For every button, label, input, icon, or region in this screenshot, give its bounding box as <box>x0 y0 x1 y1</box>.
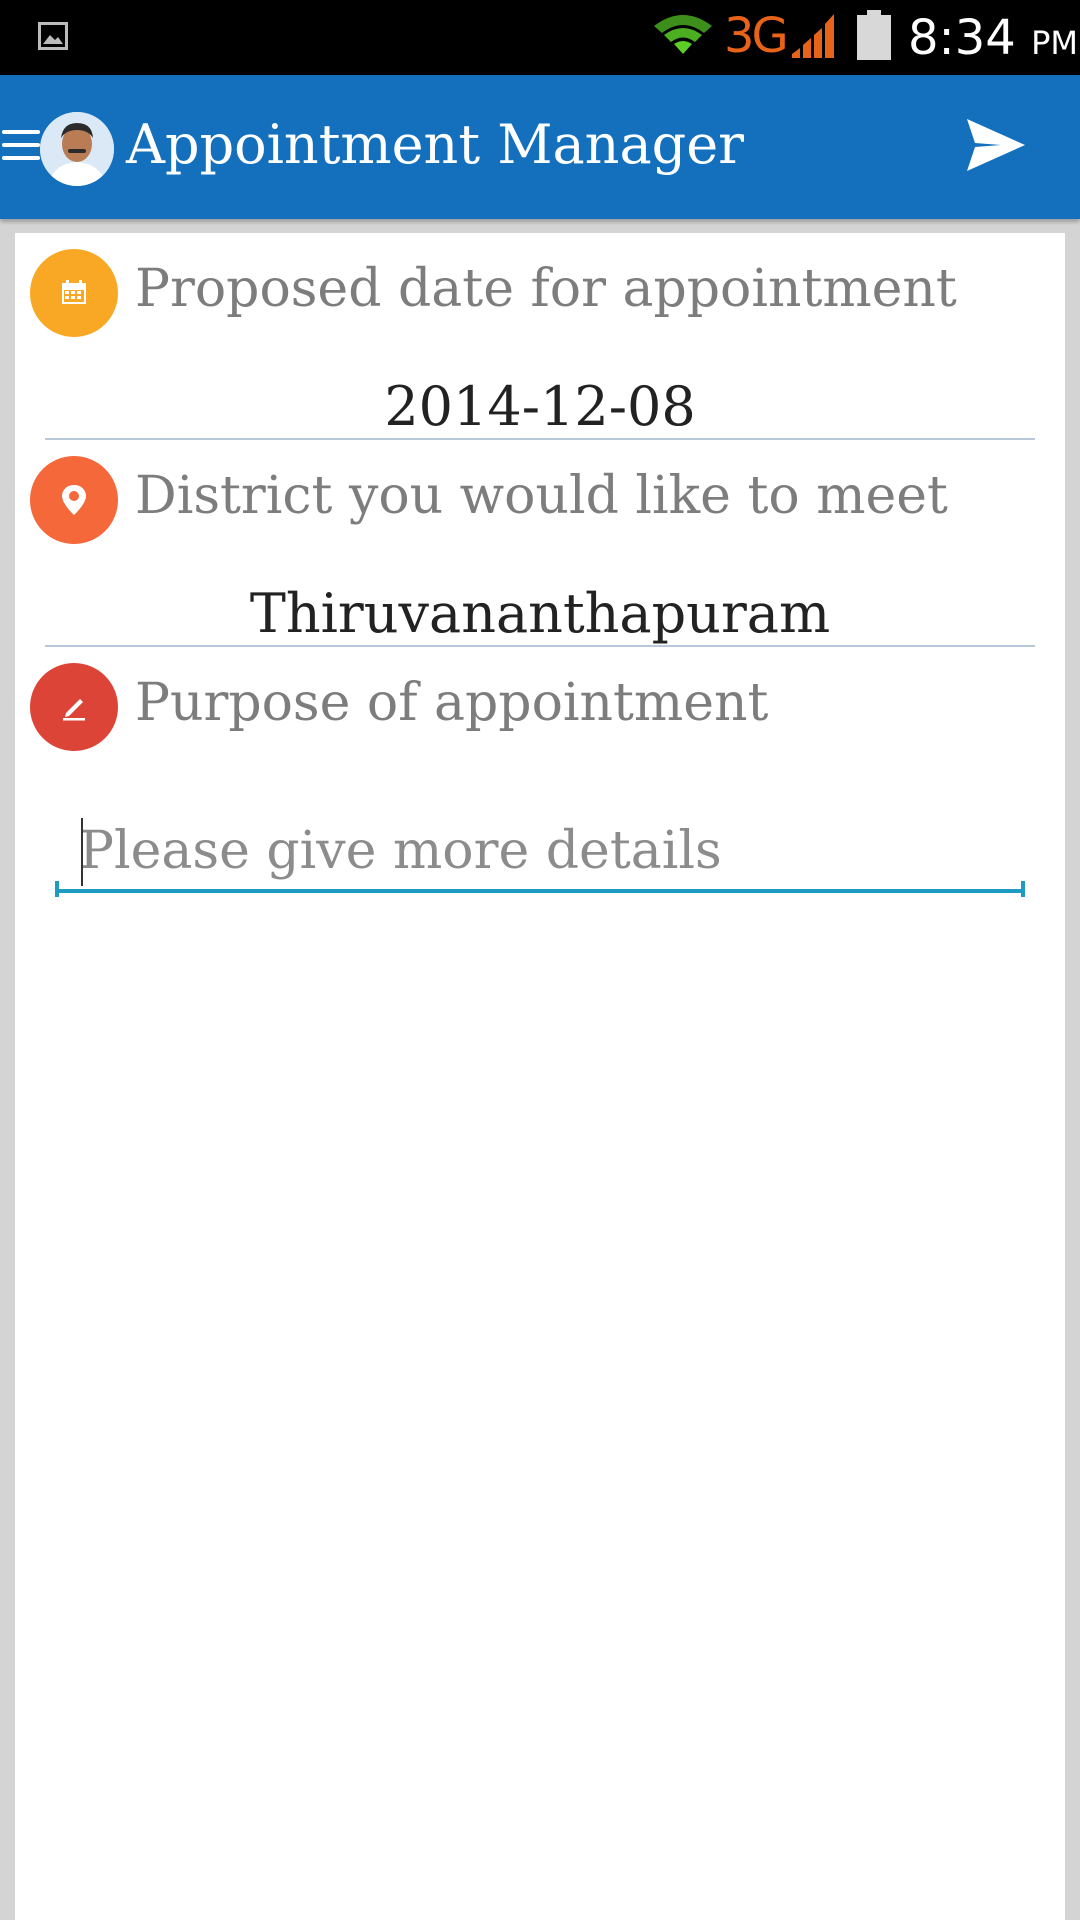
pencil-icon <box>30 663 118 751</box>
app-bar: Appointment Manager <box>0 75 1080 219</box>
wifi-icon <box>654 15 712 54</box>
network-type-label: 3G <box>724 8 789 64</box>
text-caret <box>81 818 83 886</box>
send-icon[interactable] <box>965 115 1027 175</box>
clock: 8:34 PM <box>908 10 1078 66</box>
avatar-portrait-icon <box>40 112 114 186</box>
district-field-header: District you would like to meet <box>30 456 1050 546</box>
battery-icon <box>857 10 891 60</box>
clock-ampm: PM <box>1031 24 1078 62</box>
details-input[interactable] <box>55 813 1025 893</box>
input-edge-left <box>55 881 59 897</box>
purpose-field-label: Purpose of appointment <box>135 673 769 733</box>
purpose-field-header: Purpose of appointment <box>30 663 1050 753</box>
input-edge-right <box>1021 881 1025 897</box>
signal-strength-icon <box>792 14 834 58</box>
date-field-label: Proposed date for appointment <box>135 259 957 319</box>
district-value[interactable]: Thiruvananthapuram <box>45 582 1035 645</box>
location-pin-icon <box>30 456 118 544</box>
clock-time: 8:34 <box>908 10 1016 66</box>
calendar-icon <box>30 249 118 337</box>
appointment-form: Proposed date for appointment 2014-12-08… <box>15 233 1065 1920</box>
date-field-header: Proposed date for appointment <box>30 249 1050 339</box>
status-bar: 3G 8:34 PM <box>0 0 1080 75</box>
date-divider <box>45 438 1035 440</box>
app-title: Appointment Manager <box>126 113 744 176</box>
district-field-label: District you would like to meet <box>135 466 948 526</box>
avatar[interactable] <box>40 112 114 186</box>
district-divider <box>45 645 1035 647</box>
date-value[interactable]: 2014-12-08 <box>45 375 1035 438</box>
menu-icon[interactable] <box>2 130 40 164</box>
gallery-notification-icon <box>38 22 68 50</box>
